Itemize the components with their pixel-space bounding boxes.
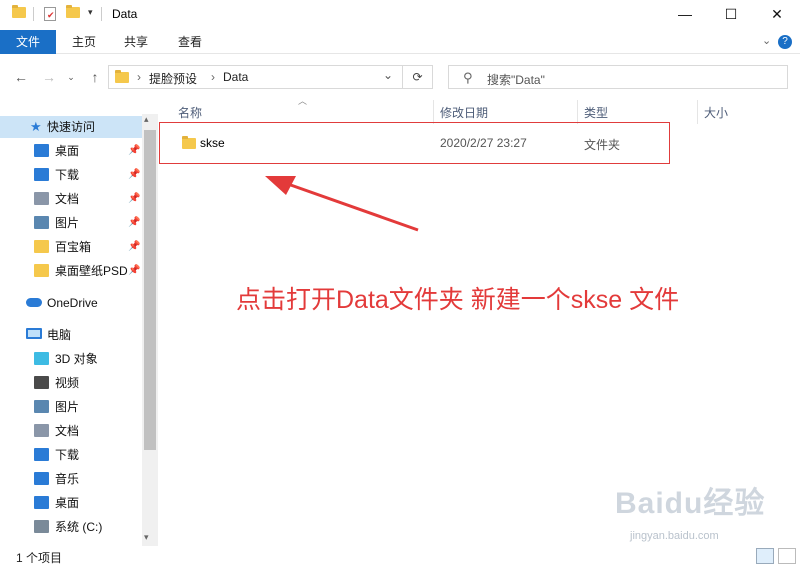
watermark-url: jingyan.baidu.com <box>630 530 719 542</box>
watermark-logo: Baidu经验 <box>615 487 766 520</box>
annotation-text: 点击打开Data文件夹 新建一个skse 文件 <box>236 286 680 314</box>
large-icons-view-icon[interactable] <box>778 548 796 564</box>
details-view-icon[interactable] <box>756 548 774 564</box>
status-bar: 1 个项目 <box>0 546 800 566</box>
item-count: 1 个项目 <box>16 551 63 565</box>
arrow-shaft <box>284 181 419 232</box>
